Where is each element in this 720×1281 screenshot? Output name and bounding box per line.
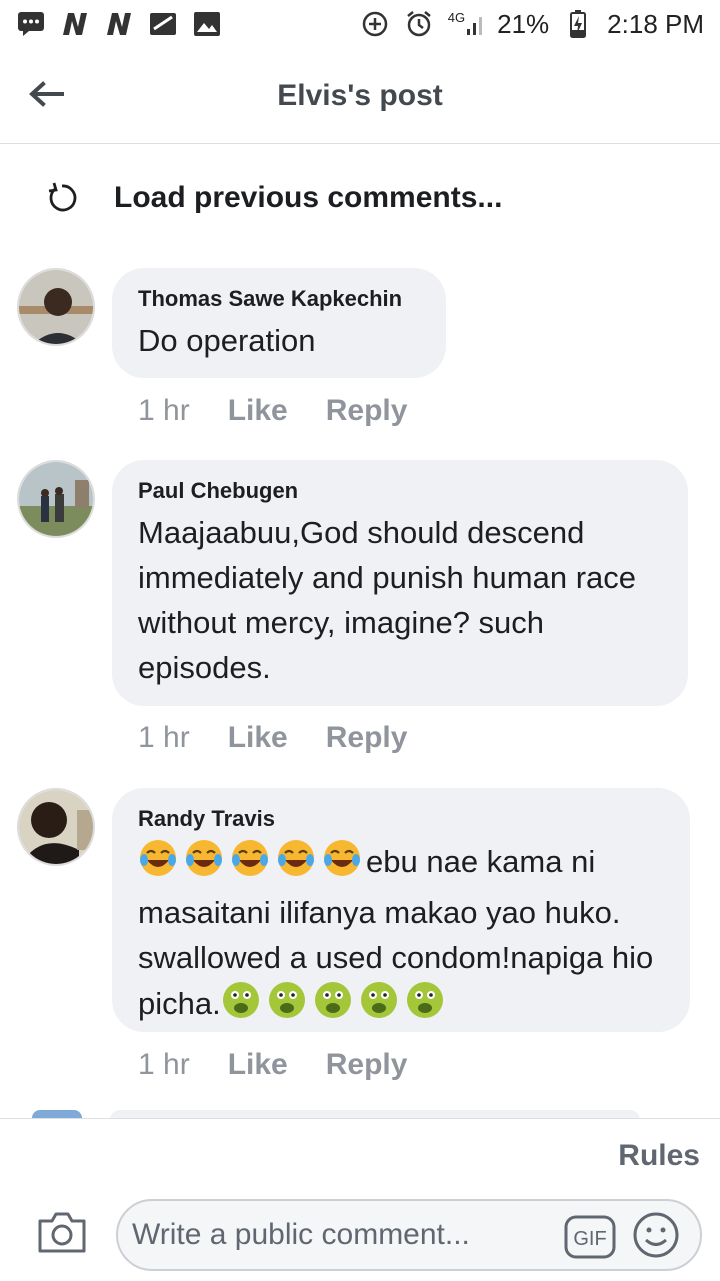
nauseated-icon — [222, 982, 259, 1018]
comment-text: Maajaabuu,God should descend immediately… — [138, 515, 636, 685]
reply-button[interactable]: Reply — [326, 721, 408, 755]
comment-author[interactable]: Randy Travis — [138, 806, 664, 832]
like-button[interactable]: Like — [228, 1048, 288, 1082]
battery-charging-icon — [563, 9, 593, 39]
post-header: Elvis's post — [0, 48, 720, 144]
signal-icon — [467, 17, 483, 35]
data-saver-icon — [360, 9, 390, 39]
svg-text:GIF: GIF — [573, 1228, 606, 1250]
battery-percent: 21% — [497, 8, 550, 39]
comment-input[interactable]: Write a public comment... GIF — [116, 1199, 702, 1271]
reply-button[interactable]: Reply — [326, 394, 408, 428]
emoji-button[interactable] — [632, 1211, 680, 1259]
next-comment-avatar-partial — [32, 1110, 82, 1118]
laughing-icon — [324, 840, 360, 876]
gif-icon: GIF — [564, 1215, 616, 1259]
comment-time[interactable]: 1 hr — [138, 1048, 190, 1082]
clock: 2:18 PM — [607, 8, 704, 39]
comment-text: Do operation — [138, 323, 316, 358]
n-app-icon — [60, 9, 90, 39]
comment-text-line1: ebu nae kama ni — [366, 844, 596, 880]
image-icon — [192, 9, 222, 39]
avatar[interactable] — [17, 268, 95, 346]
camera-icon — [38, 1212, 86, 1253]
comment-author[interactable]: Thomas Sawe Kapkechin — [138, 286, 420, 312]
n-app-icon — [104, 9, 134, 39]
laughing-icon — [278, 840, 314, 876]
message-notification-icon — [16, 9, 46, 39]
comment-time[interactable]: 1 hr — [138, 721, 190, 755]
network-type: 4G — [447, 10, 466, 25]
comment-actions: 1 hr Like Reply — [138, 721, 407, 755]
laughing-icon — [140, 840, 360, 876]
comment-composer: Rules Write a public comment... GIF — [0, 1118, 720, 1281]
page-title: Elvis's post — [277, 78, 443, 112]
comment-bubble: Thomas Sawe Kapkechin Do operation — [112, 268, 446, 378]
gif-button[interactable]: GIF — [564, 1215, 616, 1259]
nauseated-icon — [406, 982, 443, 1018]
like-button[interactable]: Like — [228, 394, 288, 428]
camera-button[interactable] — [36, 1209, 88, 1255]
avatar[interactable] — [17, 460, 95, 538]
reply-button[interactable]: Reply — [326, 1048, 408, 1082]
load-previous-comments-button[interactable]: Load previous comments... — [44, 180, 502, 216]
nauseated-icon — [360, 982, 397, 1018]
comment-bubble: Randy Travis ebu nae kama ni masaitani i… — [112, 788, 690, 1032]
news-icon — [148, 9, 178, 39]
refresh-icon — [48, 182, 77, 212]
status-bar: 4G 21% 2:18 PM — [0, 0, 720, 48]
laughing-icon — [140, 840, 176, 876]
avatar[interactable] — [17, 788, 95, 866]
like-button[interactable]: Like — [228, 721, 288, 755]
nauseated-icon — [222, 982, 443, 1018]
comment-input-placeholder: Write a public comment... — [132, 1218, 470, 1251]
load-previous-label: Load previous comments... — [114, 181, 503, 214]
comment-text: ebu nae kama ni masaitani ilifanya makao… — [138, 838, 664, 1032]
rules-link[interactable]: Rules — [618, 1139, 700, 1173]
sick-emoji-group — [221, 980, 449, 1032]
laughing-icon — [232, 840, 268, 876]
nauseated-icon — [268, 982, 305, 1018]
comment-actions: 1 hr Like Reply — [138, 1048, 407, 1082]
comment-actions: 1 hr Like Reply — [138, 394, 407, 428]
comment-bubble: Paul Chebugen Maajaabuu,God should desce… — [112, 460, 688, 706]
laughing-emoji-group — [138, 838, 366, 890]
nauseated-icon — [314, 982, 351, 1018]
smiley-icon — [633, 1212, 679, 1258]
comment-time[interactable]: 1 hr — [138, 394, 190, 428]
laughing-icon — [186, 840, 222, 876]
comment-author[interactable]: Paul Chebugen — [138, 478, 662, 504]
alarm-icon — [404, 9, 434, 39]
signal-indicator: 4G — [447, 10, 483, 35]
